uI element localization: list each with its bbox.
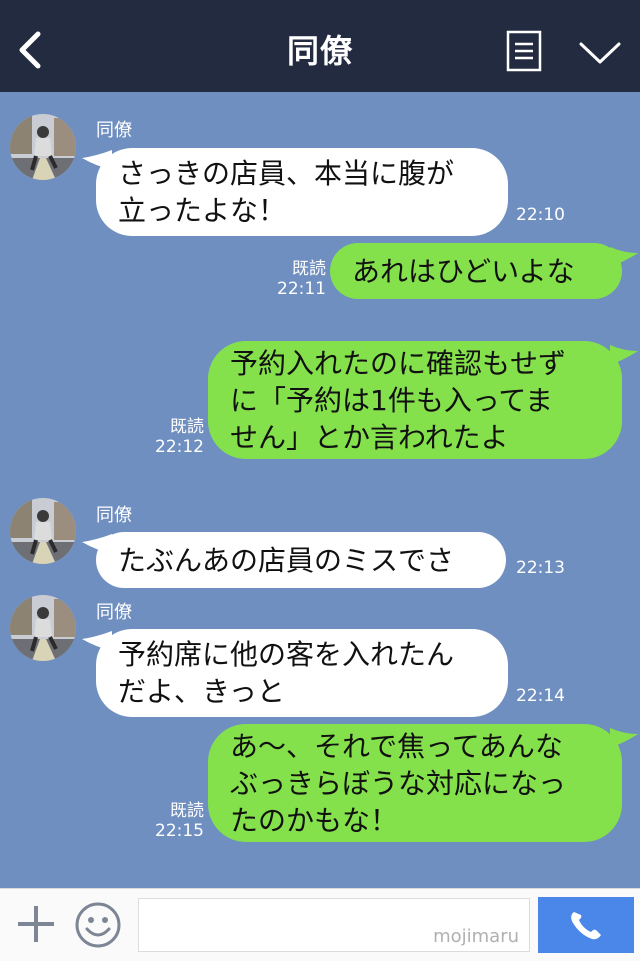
read-label: 既読	[170, 801, 204, 821]
message-line: せん」とか言われたよ	[230, 420, 509, 454]
message-bubble-incoming[interactable]: たぶんあの店員のミスでさ	[96, 532, 506, 588]
message-line: たぶんあの店員のミスでさ	[118, 543, 455, 577]
bubble-tail	[610, 345, 638, 365]
message-time: 22:15	[155, 821, 204, 841]
message-time: 22:12	[155, 437, 204, 457]
avatar[interactable]	[10, 595, 76, 661]
message-line: たのかもな！	[230, 803, 399, 837]
message-line: 予約席に他の客を入れたん	[118, 638, 455, 671]
chat-header: 同僚	[0, 0, 640, 92]
notes-menu-icon[interactable]	[506, 30, 542, 72]
message-line: あ～、それで焦ってあんな	[230, 729, 563, 763]
avatar-photo-icon	[10, 498, 76, 564]
chat-title: 同僚	[286, 32, 353, 70]
plus-icon[interactable]	[16, 904, 56, 944]
message-line: あれはひどいよな	[352, 254, 575, 288]
call-button[interactable]	[538, 897, 634, 953]
read-receipt: 既読 22:12	[148, 417, 204, 457]
avatar-photo-icon	[10, 595, 76, 661]
avatar-photo-icon	[10, 114, 76, 180]
read-label: 既読	[170, 417, 204, 437]
message-line: 予約入れたのに確認もせず	[230, 346, 567, 380]
phone-icon	[571, 912, 601, 940]
message-line: さっきの店員、本当に腹が	[118, 157, 455, 190]
sender-name: 同僚	[96, 602, 132, 623]
sender-name: 同僚	[96, 505, 132, 526]
message-bubble-incoming[interactable]: さっきの店員、本当に腹が 立ったよな！	[96, 148, 508, 236]
message-input[interactable]: mojimaru	[138, 898, 530, 952]
message-line: だよ、きっと	[118, 675, 285, 708]
message-bubble-incoming[interactable]: 予約席に他の客を入れたん だよ、きっと	[96, 629, 508, 717]
message-line: ぶっきらぼうな対応になっ	[230, 766, 567, 800]
message-time: 22:14	[516, 686, 565, 706]
input-bar: mojimaru	[0, 888, 640, 961]
avatar[interactable]	[10, 498, 76, 564]
sender-name: 同僚	[96, 120, 132, 141]
message-time: 22:13	[516, 558, 565, 578]
message-bubble-outgoing[interactable]: 予約入れたのに確認もせず に「予約は1件も入ってま せん」とか言われたよ	[208, 341, 622, 459]
read-receipt: 既読 22:11	[270, 259, 326, 299]
emoji-icon[interactable]	[74, 901, 122, 949]
chevron-down-icon[interactable]	[578, 40, 622, 66]
read-label: 既読	[292, 259, 326, 279]
message-bubble-outgoing[interactable]: あれはひどいよな	[330, 243, 622, 299]
message-line: 立ったよな！	[118, 194, 287, 227]
message-time: 22:10	[516, 205, 565, 225]
read-receipt: 既読 22:15	[148, 801, 204, 841]
bubble-tail	[610, 728, 638, 748]
message-time: 22:11	[277, 279, 326, 299]
message-bubble-outgoing[interactable]: あ～、それで焦ってあんな ぶっきらぼうな対応になっ たのかもな！	[208, 724, 622, 842]
bubble-tail	[610, 247, 638, 267]
avatar[interactable]	[10, 114, 76, 180]
message-line: に「予約は1件も入ってま	[230, 383, 554, 417]
chat-area[interactable]: 同僚 さっきの店員、本当に腹が 立ったよな！ 22:10 既読 22:11 あれ…	[0, 92, 640, 888]
watermark-text: mojimaru	[433, 926, 519, 947]
